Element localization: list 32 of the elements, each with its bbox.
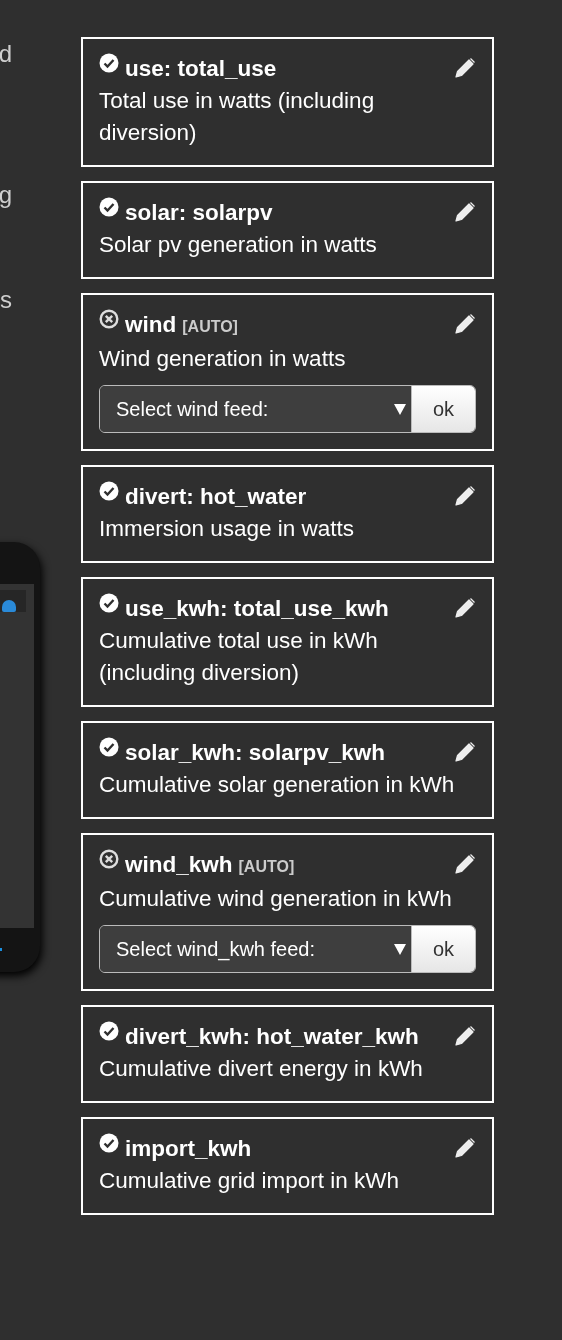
feed-description: Total use in watts (including diversion) xyxy=(99,87,376,147)
pencil-icon[interactable] xyxy=(454,57,476,79)
feed-description: Cumulative solar generation in kWh xyxy=(99,771,456,799)
feed-title: import_kwh xyxy=(125,1136,252,1161)
pencil-icon[interactable] xyxy=(454,485,476,507)
pencil-icon[interactable] xyxy=(454,597,476,619)
feed-description: Cumulative wind generation in kWh xyxy=(99,885,453,913)
pencil-icon[interactable] xyxy=(454,1025,476,1047)
feed-title: wind_kwh xyxy=(125,852,233,877)
feed-title: solar: solarpv xyxy=(125,200,273,225)
pencil-icon[interactable] xyxy=(454,1137,476,1159)
feed-description: Solar pv generation in watts xyxy=(99,231,378,259)
cut-off-text: d xyxy=(0,40,12,68)
pencil-icon[interactable] xyxy=(454,741,476,763)
pencil-icon[interactable] xyxy=(454,853,476,875)
auto-tag: [AUTO] xyxy=(238,858,295,875)
feed-description: Cumulative divert energy in kWh xyxy=(99,1055,424,1083)
cut-off-text: g xyxy=(0,181,12,209)
pencil-icon[interactable] xyxy=(454,201,476,223)
feed-description: Cumulative grid import in kWh xyxy=(99,1167,401,1195)
feed-title: wind xyxy=(125,312,177,337)
feed-title: divert_kwh: hot_water_kwh xyxy=(125,1024,419,1049)
feed-title: use: total_use xyxy=(125,56,277,81)
feed-title: use_kwh: total_use_kwh xyxy=(125,596,389,621)
feed-description: Immersion usage in watts xyxy=(99,515,356,543)
feed-title: solar_kwh: solarpv_kwh xyxy=(125,740,386,765)
cut-off-text: s xyxy=(0,286,12,314)
pencil-icon[interactable] xyxy=(454,313,476,335)
feed-title: divert: hot_water xyxy=(125,484,307,509)
auto-tag: [AUTO] xyxy=(182,318,238,335)
feed-description: Wind generation in watts xyxy=(99,345,347,373)
feed-description: Cumulative total use in kWh (including diversion) xyxy=(99,627,379,687)
